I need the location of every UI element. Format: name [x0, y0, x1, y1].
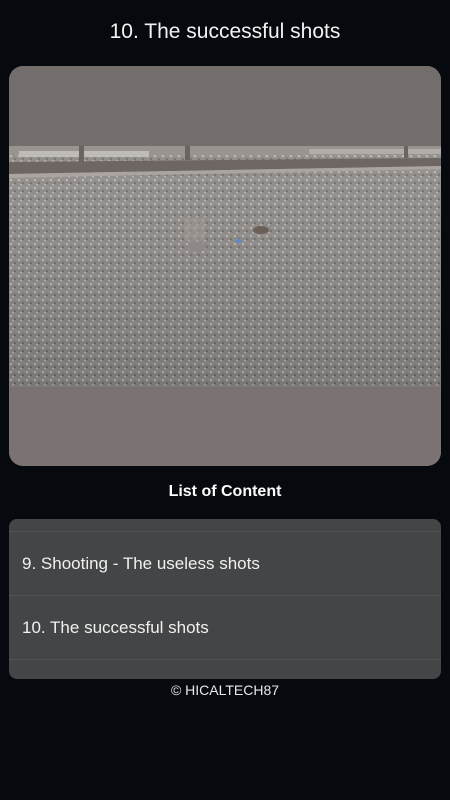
video-frame — [9, 146, 441, 387]
video-letterbox-top — [9, 66, 441, 146]
content-list: 9. Shooting - The useless shots 10. The … — [9, 519, 441, 679]
content-list-heading: List of Content — [168, 483, 282, 500]
copyright-footer: © HICALTECH87 — [170, 682, 280, 698]
list-item[interactable]: 9. Shooting - The useless shots — [9, 532, 441, 596]
gravel-yard-scene — [9, 146, 441, 387]
app-screen: 10. The successful shots List of Content… — [0, 0, 450, 800]
video-player[interactable] — [9, 66, 441, 466]
video-letterbox-bottom — [9, 387, 441, 466]
page-title: 10. The successful shots — [109, 20, 341, 43]
list-item[interactable]: 10. The successful shots — [9, 596, 441, 660]
